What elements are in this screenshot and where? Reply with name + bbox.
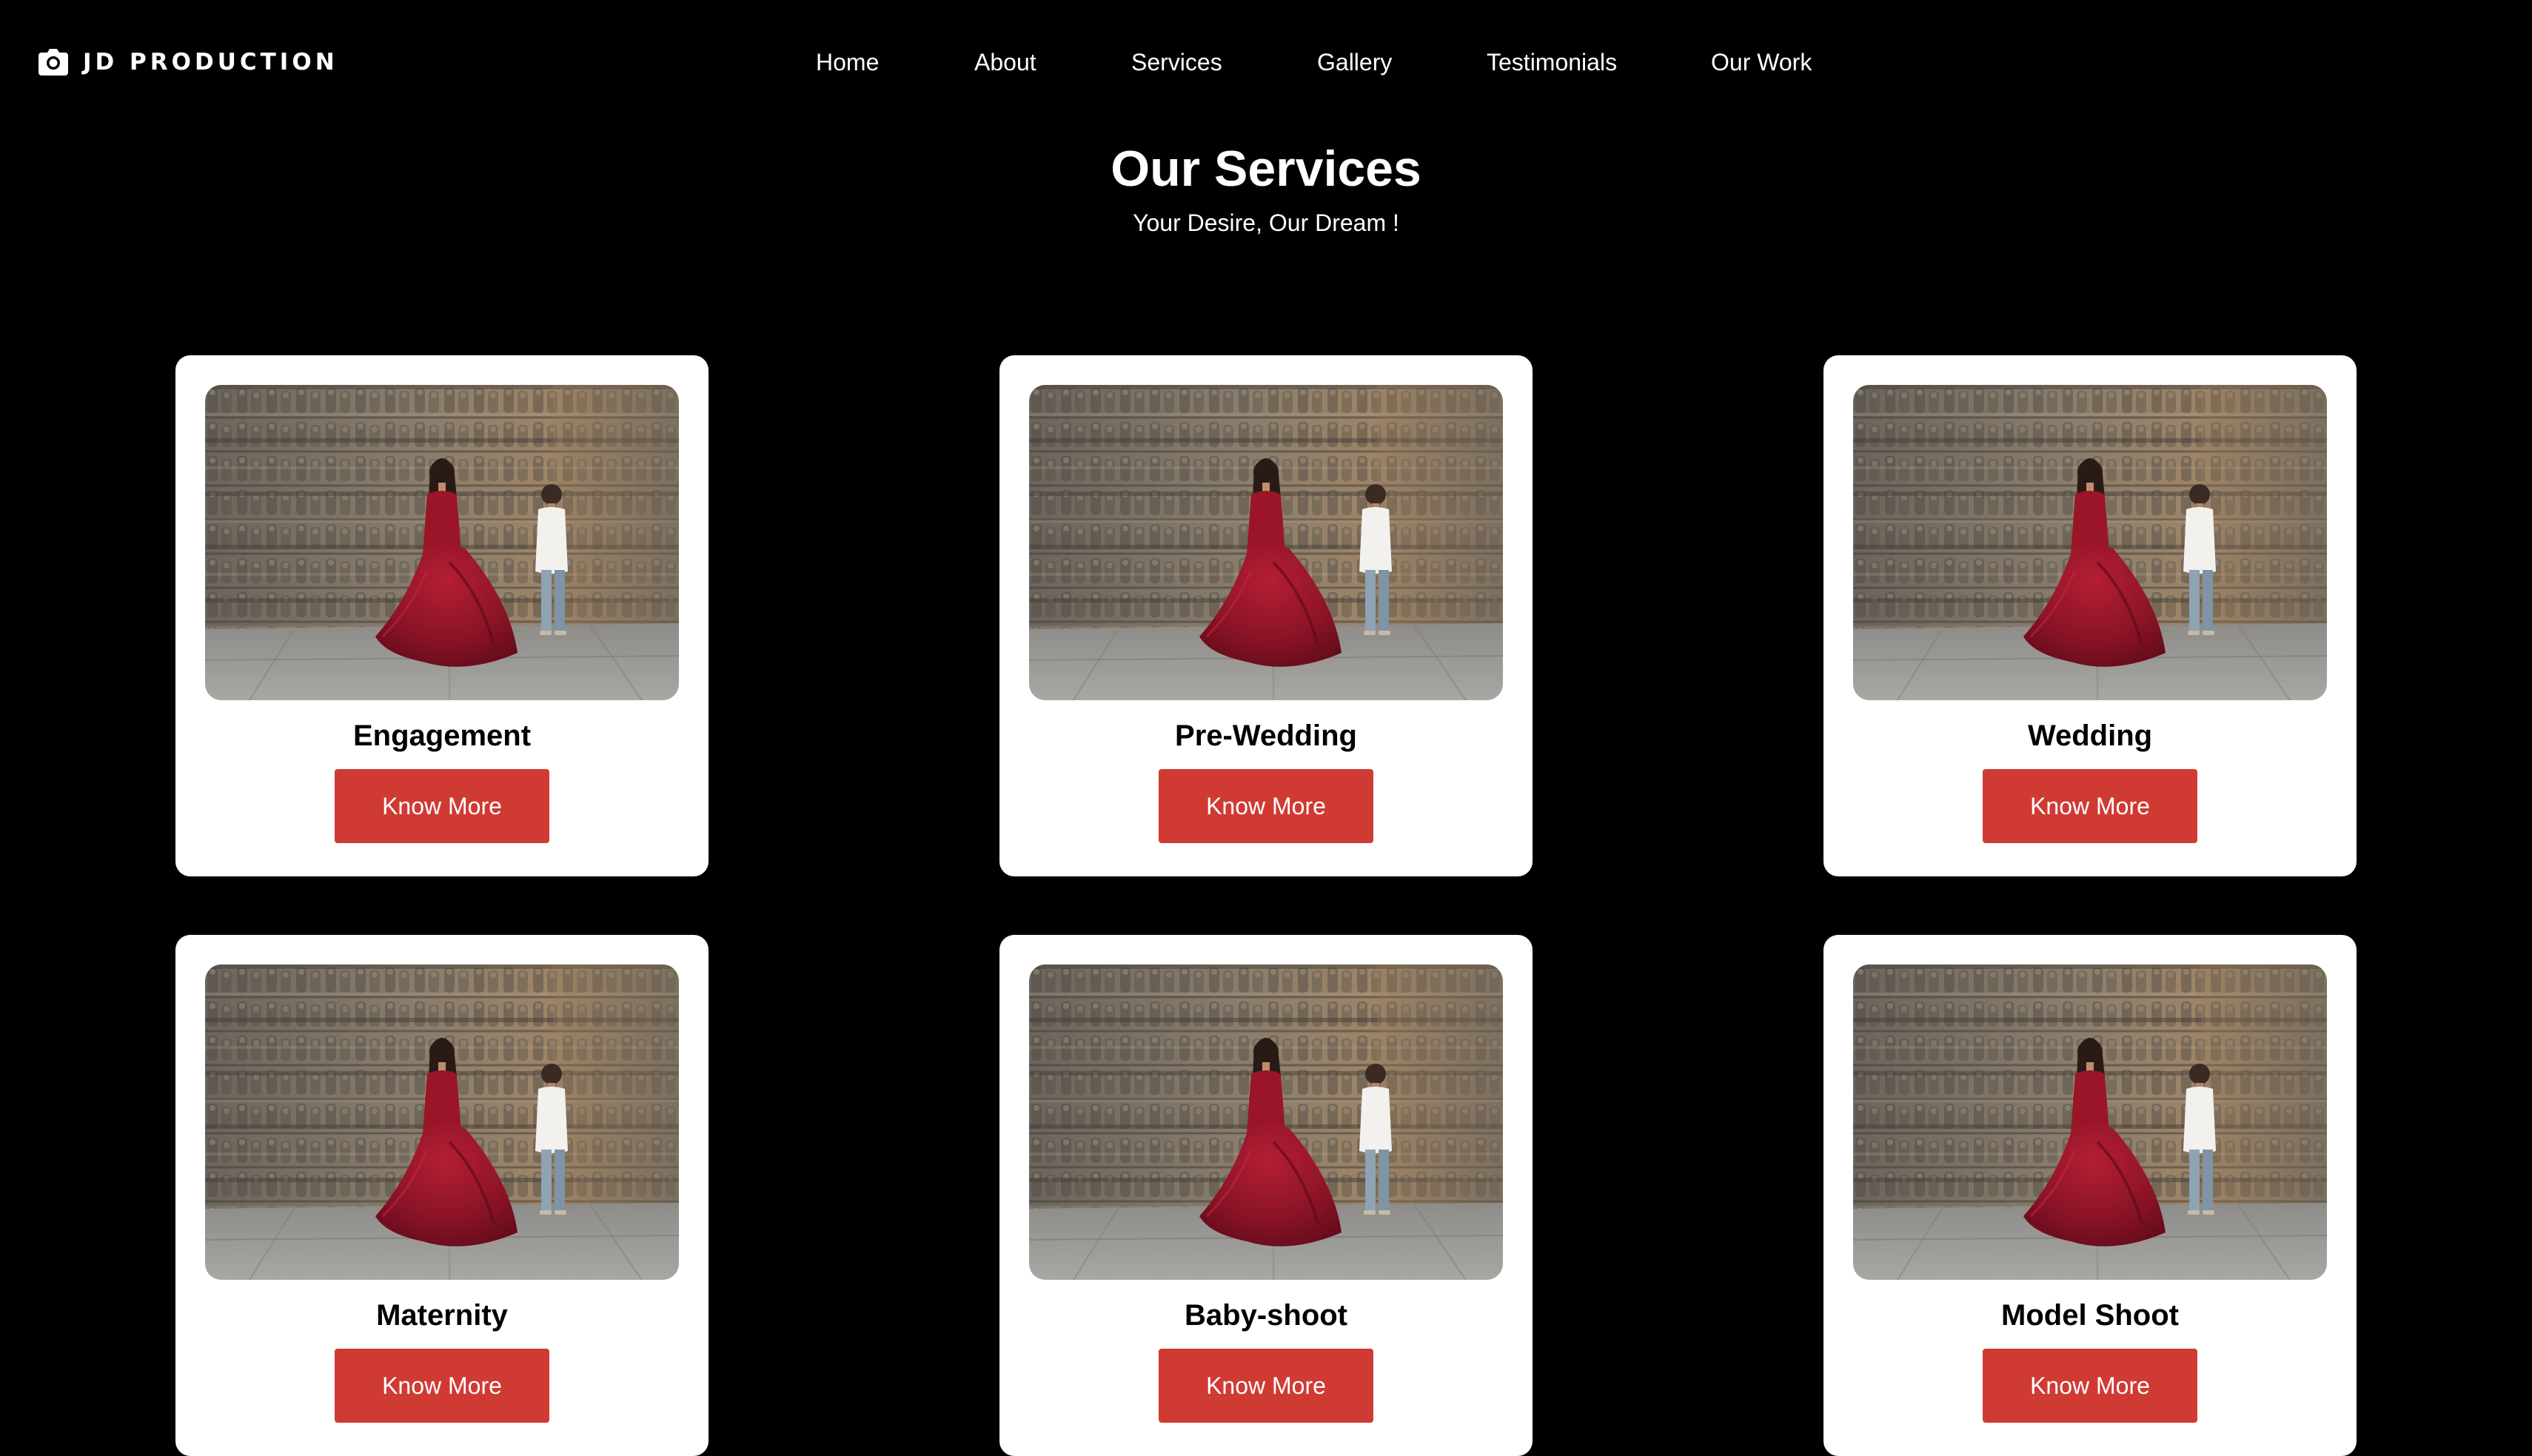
service-photo xyxy=(1029,964,1503,1280)
service-card-model-shoot: Model Shoot Know More xyxy=(1823,935,2357,1456)
service-card-maternity: Maternity Know More xyxy=(175,935,709,1456)
page-title: Our Services xyxy=(1111,141,1421,197)
service-title: Engagement xyxy=(352,719,532,752)
service-photo xyxy=(1853,964,2327,1280)
know-more-button[interactable]: Know More xyxy=(335,1349,549,1423)
nav-item-gallery[interactable]: Gallery xyxy=(1317,43,1392,81)
service-card-wedding: Wedding Know More xyxy=(1823,355,2357,876)
nav-item-our-work[interactable]: Our Work xyxy=(1711,43,1812,81)
service-title: Maternity xyxy=(376,1299,508,1332)
nav-item-testimonials[interactable]: Testimonials xyxy=(1487,43,1617,81)
nav-item-home[interactable]: Home xyxy=(816,43,879,81)
know-more-button[interactable]: Know More xyxy=(1159,769,1373,843)
page-subtitle: Your Desire, Our Dream ! xyxy=(1133,209,1399,236)
service-card-engagement: Engagement Know More xyxy=(175,355,709,876)
service-title: Wedding xyxy=(2027,719,2153,752)
know-more-button[interactable]: Know More xyxy=(1983,1349,2197,1423)
service-title: Baby-shoot xyxy=(1185,1299,1347,1332)
nav-item-about[interactable]: About xyxy=(974,43,1036,81)
service-title: Pre-Wedding xyxy=(1175,719,1357,752)
know-more-button[interactable]: Know More xyxy=(335,769,549,843)
service-title: Model Shoot xyxy=(2001,1299,2179,1332)
nav-item-services[interactable]: Services xyxy=(1131,43,1222,81)
service-photo xyxy=(205,964,679,1280)
main-nav: Home About Services Gallery Testimonials… xyxy=(0,43,2532,81)
service-card-baby-shoot: Baby-shoot Know More xyxy=(999,935,1533,1456)
service-photo xyxy=(1853,385,2327,700)
site-header: JD PRODUCTION Home About Services Galler… xyxy=(0,0,2532,124)
know-more-button[interactable]: Know More xyxy=(1983,769,2197,843)
know-more-button[interactable]: Know More xyxy=(1159,1349,1373,1423)
service-photo xyxy=(205,385,679,700)
service-card-pre-wedding: Pre-Wedding Know More xyxy=(999,355,1533,876)
service-photo xyxy=(1029,385,1503,700)
